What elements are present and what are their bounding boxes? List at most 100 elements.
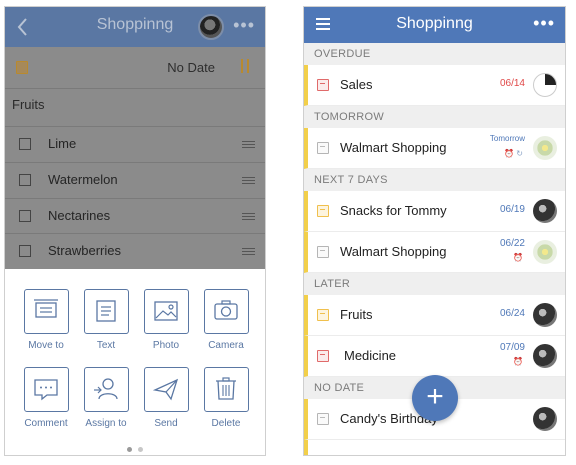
add-task-button[interactable]: + (412, 375, 458, 421)
list-title: Fruits (12, 97, 45, 112)
avatar[interactable] (533, 199, 557, 223)
assign-icon (83, 367, 129, 412)
photo-label: Photo (152, 340, 180, 351)
left-header: Shoppinng ••• (5, 7, 265, 47)
avatar[interactable] (533, 303, 557, 327)
checkbox[interactable] (19, 210, 31, 222)
section-label: LATER (314, 278, 351, 290)
section-label: NEXT 7 DAYS (314, 174, 388, 186)
task-title: Walmart Shopping (340, 244, 447, 259)
section-header-next-7-days: NEXT 7 DAYS (304, 169, 565, 191)
left-phone-screen: Shoppinng ••• No Date Fruits Lime Waterm… (4, 6, 266, 456)
avatar[interactable] (533, 73, 557, 97)
task-checkbox[interactable] (317, 205, 329, 217)
comment-label: Comment (24, 418, 68, 429)
send-icon (143, 367, 189, 412)
right-title: Shoppinng (396, 15, 473, 32)
task-checkbox[interactable] (317, 79, 329, 91)
more-icon[interactable]: ••• (233, 15, 255, 36)
pause-icon[interactable] (241, 59, 249, 73)
left-dimmed-content: No Date Fruits Lime Watermelon Nectarine… (5, 47, 265, 269)
checklist-item[interactable]: Nectarines (5, 198, 265, 234)
delete-label: Delete (211, 418, 241, 429)
section-header-tomorrow: TOMORROW (304, 106, 565, 128)
send-label: Send (154, 418, 178, 429)
note-icon[interactable] (16, 61, 28, 74)
checklist-item-label: Nectarines (48, 208, 111, 223)
alarm-icon: ⏰ (513, 357, 525, 366)
task-row[interactable]: Walmart Shopping 06/22 ⏰ (304, 232, 565, 273)
checklist-item[interactable]: Strawberries (5, 233, 265, 269)
comment-icon (23, 367, 69, 412)
assign-to-button[interactable]: Assign to (76, 367, 136, 429)
avatar[interactable] (533, 407, 557, 431)
task-checkbox[interactable] (317, 350, 329, 362)
right-header: Shoppinng ••• (304, 7, 565, 43)
task-row[interactable]: Sales 06/14 (304, 65, 565, 106)
page-dot[interactable] (127, 447, 132, 452)
move-to-button[interactable]: Move to (16, 289, 76, 351)
delete-button[interactable]: Delete (196, 367, 256, 429)
avatar[interactable] (533, 136, 557, 160)
checklist-item[interactable]: Watermelon (5, 162, 265, 198)
task-due-date: 06/24 (499, 308, 525, 319)
right-phone-screen: Shoppinng ••• OVERDUE Sales 06/14 TOMORR… (303, 6, 566, 456)
task-row[interactable]: Fruits 06/24 (304, 295, 565, 336)
camera-label: Camera (208, 340, 244, 351)
avatar[interactable] (533, 240, 557, 264)
text-icon (83, 289, 129, 334)
drag-handle-icon[interactable] (242, 213, 255, 220)
send-button[interactable]: Send (136, 367, 196, 429)
checkbox[interactable] (19, 138, 31, 150)
avatar[interactable] (533, 344, 557, 368)
task-due-date: Tomorrow (489, 134, 525, 143)
task-due-date: 06/22 (499, 238, 525, 249)
checklist-item-label: Watermelon (48, 172, 118, 187)
checklist-item-label: Strawberries (48, 243, 121, 258)
plus-icon: + (426, 380, 444, 413)
text-label: Text (96, 340, 116, 351)
trash-icon (203, 367, 249, 412)
task-title: Sales (340, 77, 373, 92)
due-date-label[interactable]: No Date (167, 60, 215, 75)
more-icon[interactable]: ••• (533, 13, 555, 34)
task-row[interactable]: Walmart Shopping Tomorrow ⏰↻ (304, 128, 565, 169)
text-button[interactable]: Text (76, 289, 136, 351)
drag-handle-icon[interactable] (242, 248, 255, 255)
alarm-icon: ⏰ (513, 253, 525, 262)
task-due-date: 07/09 (499, 342, 525, 353)
task-checkbox[interactable] (317, 142, 329, 154)
task-row[interactable]: Medicine 07/09 ⏰ (304, 336, 565, 377)
task-checkbox[interactable] (317, 413, 329, 425)
page-indicator (5, 439, 265, 455)
checklist-item[interactable]: Lime (5, 126, 265, 162)
checkbox[interactable] (19, 245, 31, 257)
drag-handle-icon[interactable] (242, 177, 255, 184)
section-label: NO DATE (314, 382, 365, 394)
section-header-later: LATER (304, 273, 565, 295)
task-checkbox[interactable] (317, 309, 329, 321)
task-title: Fruits (340, 307, 373, 322)
task-title: Walmart Shopping (340, 140, 447, 155)
task-row[interactable]: Snacks for Tommy 06/19 (304, 191, 565, 232)
task-row-partial[interactable] (304, 440, 565, 455)
avatar[interactable] (198, 14, 224, 40)
task-title: Snacks for Tommy (340, 203, 447, 218)
drag-handle-icon[interactable] (242, 141, 255, 148)
action-sheet: Move to Text Photo Camera Comment Assign… (5, 269, 265, 455)
checklist-item-label: Lime (48, 136, 77, 151)
left-title: Shoppinng (96, 16, 174, 33)
photo-button[interactable]: Photo (136, 289, 196, 351)
section-label: OVERDUE (314, 48, 371, 60)
task-checkbox[interactable] (317, 246, 329, 258)
photo-icon (143, 289, 189, 334)
page-dot[interactable] (138, 447, 143, 452)
camera-button[interactable]: Camera (196, 289, 256, 351)
comment-button[interactable]: Comment (16, 367, 76, 429)
task-due-date: 06/14 (499, 78, 525, 89)
move-to-icon (23, 289, 69, 334)
checkbox[interactable] (19, 174, 31, 186)
section-label: TOMORROW (314, 111, 385, 123)
due-row: No Date (5, 47, 265, 89)
camera-icon (203, 289, 249, 334)
